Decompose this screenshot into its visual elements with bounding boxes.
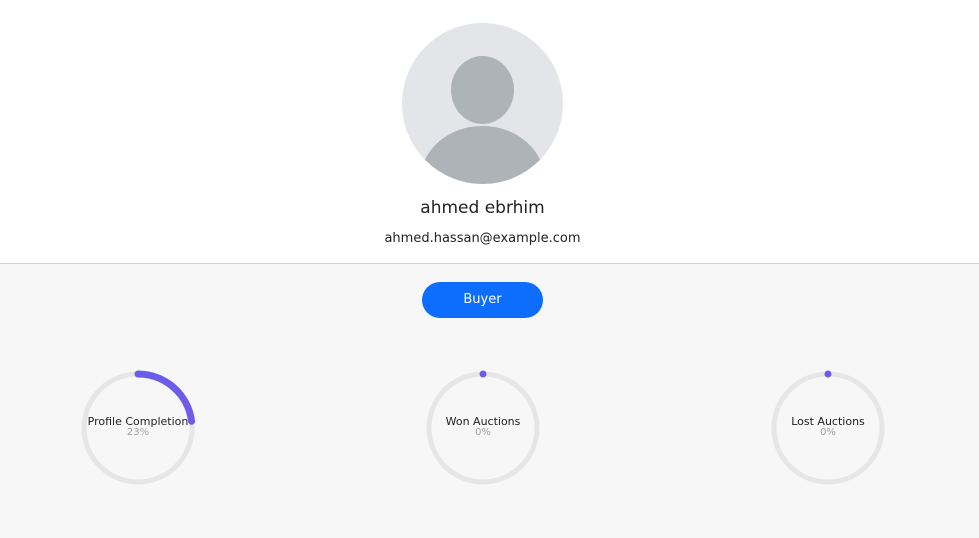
stat-value: 0% [820,427,836,438]
role-button[interactable]: Buyer [422,282,543,318]
avatar[interactable] [402,23,563,184]
stat-profile-completion: Profile Completion 23% [79,369,197,487]
profile-email: ahmed.hassan@example.com [384,231,581,246]
profile-name: ahmed ebrhim [420,198,545,218]
stat-lost-auctions: Lost Auctions 0% [769,369,887,487]
avatar-body-shape [420,126,545,184]
profile-header: ahmed ebrhim ahmed.hassan@example.com [0,0,979,263]
stat-won-auctions: Won Auctions 0% [424,369,542,487]
stat-value: 23% [126,427,150,438]
avatar-head-shape [451,56,514,124]
stat-value: 0% [475,427,491,438]
